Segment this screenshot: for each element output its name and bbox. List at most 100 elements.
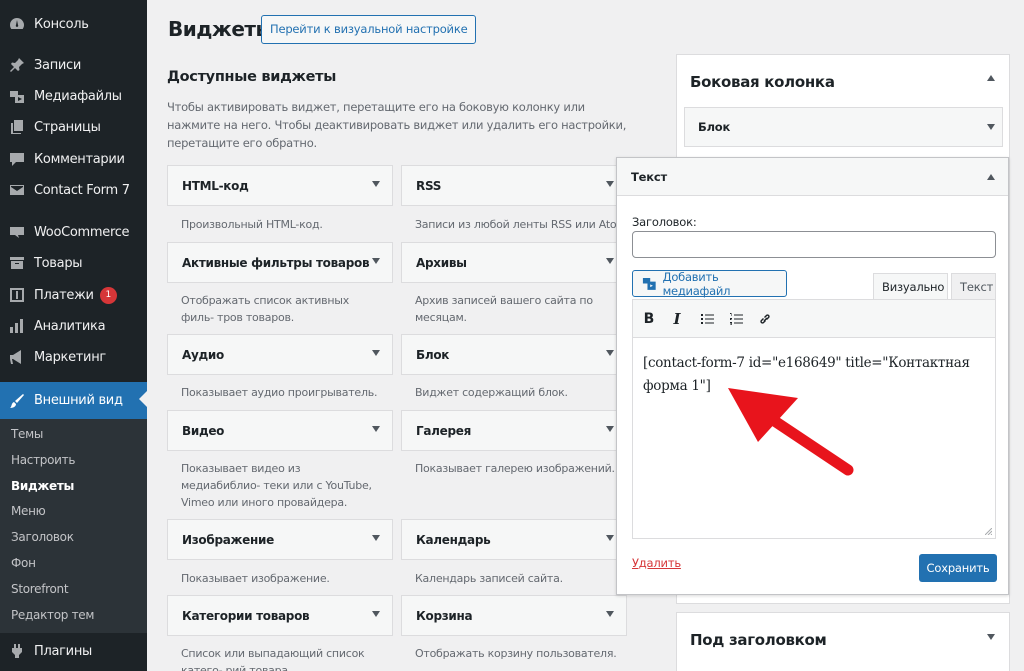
numbered-list-icon [730, 313, 743, 325]
menu-label: Маркетинг [34, 349, 106, 365]
menu-item-media[interactable]: Медиафайлы [0, 79, 147, 113]
widget-description: Показывает изображение. [181, 572, 330, 585]
tab-text[interactable]: Текст [951, 273, 996, 300]
menu-item-woocommerce[interactable]: WooCommerce [0, 215, 147, 249]
widget-description: Список или выпадающий список катего- рий… [181, 647, 365, 671]
bullet-list-icon [701, 314, 714, 324]
widget-description: Показывает видео из медиабиблио- теки ил… [181, 462, 372, 509]
widget-description: Показывает аудио проигрыватель. [181, 386, 378, 399]
chevron-down-icon [987, 124, 995, 130]
media-icon [8, 87, 26, 105]
widget-description: Записи из любой ленты RSS или Atom. [415, 218, 631, 231]
menu-label: Записи [34, 57, 82, 73]
widget-audio[interactable]: Аудио [167, 334, 393, 375]
widget-html[interactable]: HTML-код [167, 165, 393, 206]
chevron-up-icon[interactable] [987, 75, 995, 81]
widget-title: Корзина [416, 609, 473, 623]
link-icon [760, 314, 770, 324]
bullet-list-button[interactable] [697, 309, 717, 329]
heading-label: Заголовок: [632, 215, 697, 229]
submenu-header[interactable]: Заголовок [11, 530, 74, 544]
submenu-storefront[interactable]: Storefront [11, 582, 69, 596]
widget-title: RSS [416, 179, 442, 193]
widget-video[interactable]: Видео [167, 410, 393, 451]
sidebar-area-title[interactable]: Боковая колонка [690, 73, 835, 91]
menu-item-payments[interactable]: Платежи 1 [0, 278, 147, 312]
megaphone-icon [8, 348, 26, 366]
widget-archives[interactable]: Архивы [401, 242, 627, 283]
chevron-down-icon [372, 258, 380, 264]
resize-handle-icon[interactable] [985, 528, 992, 535]
widget-title: Изображение [182, 533, 274, 547]
widget-description: Отображать список активных филь- тров то… [181, 294, 349, 324]
submenu-widgets[interactable]: Виджеты [11, 479, 74, 493]
widget-description: Виджет содержащий блок. [415, 386, 568, 399]
menu-item-marketing[interactable]: Маркетинг [0, 340, 147, 374]
widget-description: Показывает галерею изображений. [415, 462, 615, 475]
menu-item-products[interactable]: Товары [0, 246, 147, 280]
widget-cart[interactable]: Корзина [401, 595, 627, 636]
menu-item-analytics[interactable]: Аналитика [0, 309, 147, 343]
submenu-customize[interactable]: Настроить [11, 453, 75, 467]
widget-block[interactable]: Блок [401, 334, 627, 375]
widget-calendar[interactable]: Календарь [401, 519, 627, 560]
submenu-menus[interactable]: Меню [11, 504, 46, 518]
menu-item-comments[interactable]: Комментарии [0, 142, 147, 176]
menu-label: Консоль [34, 16, 89, 32]
widget-rss[interactable]: RSS [401, 165, 627, 206]
below-header-area-panel: Под заголовком [676, 612, 1010, 671]
tab-visual[interactable]: Визуально [873, 273, 948, 300]
delete-link[interactable]: Удалить [632, 556, 681, 570]
numbered-list-button[interactable] [726, 309, 746, 329]
payments-icon [8, 286, 26, 304]
widget-title: Блок [416, 348, 450, 362]
pin-icon [8, 56, 26, 74]
menu-label: WooCommerce [34, 224, 130, 240]
woo-icon [8, 223, 26, 241]
available-widgets-description: Чтобы активировать виджет, перетащите ег… [167, 100, 627, 150]
menu-label: Плагины [34, 643, 92, 659]
italic-button[interactable]: I [667, 309, 687, 329]
menu-item-plugins[interactable]: Плагины [0, 634, 147, 668]
submenu-theme-editor[interactable]: Редактор тем [11, 608, 94, 622]
submenu-background[interactable]: Фон [11, 556, 36, 570]
widget-title: HTML-код [182, 179, 249, 193]
chevron-down-icon [606, 535, 614, 541]
widget-block-placed[interactable]: Блок [684, 107, 1003, 147]
widget-gallery[interactable]: Галерея [401, 410, 627, 451]
menu-item-dashboard[interactable]: Консоль [0, 7, 147, 41]
analytics-icon [8, 317, 26, 335]
add-media-button[interactable]: Добавить медиафайл [632, 270, 787, 298]
widget-description: Архив записей вашего сайта по месяцам. [415, 294, 593, 324]
widget-active-filters[interactable]: Активные фильтры товаров [167, 242, 393, 283]
menu-item-appearance[interactable]: Внешний вид [0, 382, 147, 419]
widget-title: Галерея [416, 424, 472, 438]
customize-button[interactable]: Перейти к визуальной настройке [261, 15, 477, 44]
chevron-down-icon [372, 611, 380, 617]
editor-toolbar: B I [633, 300, 995, 338]
chevron-down-icon [606, 611, 614, 617]
widget-product-categories[interactable]: Категории товаров [167, 595, 393, 636]
link-button[interactable] [755, 309, 775, 329]
text-widget-title: Текст [631, 170, 667, 184]
bold-button[interactable]: B [639, 309, 659, 329]
chevron-down-icon[interactable] [987, 634, 995, 640]
pages-icon [8, 118, 26, 136]
dashboard-icon [8, 15, 26, 33]
menu-item-posts[interactable]: Записи [0, 48, 147, 82]
page-title: Виджеты [168, 17, 274, 41]
text-widget-header[interactable]: Текст [617, 158, 1008, 196]
widget-title: Активные фильтры товаров [182, 256, 370, 270]
products-icon [8, 254, 26, 272]
below-header-title[interactable]: Под заголовком [690, 631, 827, 649]
submenu-themes[interactable]: Темы [11, 427, 43, 441]
heading-input[interactable] [632, 231, 996, 258]
widget-description: Календарь записей сайта. [415, 572, 563, 585]
menu-item-pages[interactable]: Страницы [0, 110, 147, 144]
menu-item-contact-form[interactable]: Contact Form 7 [0, 173, 147, 207]
save-button[interactable]: Сохранить [919, 554, 997, 582]
chevron-down-icon [372, 535, 380, 541]
notification-badge: 1 [99, 286, 117, 304]
widget-image[interactable]: Изображение [167, 519, 393, 560]
plugins-icon [8, 642, 26, 660]
